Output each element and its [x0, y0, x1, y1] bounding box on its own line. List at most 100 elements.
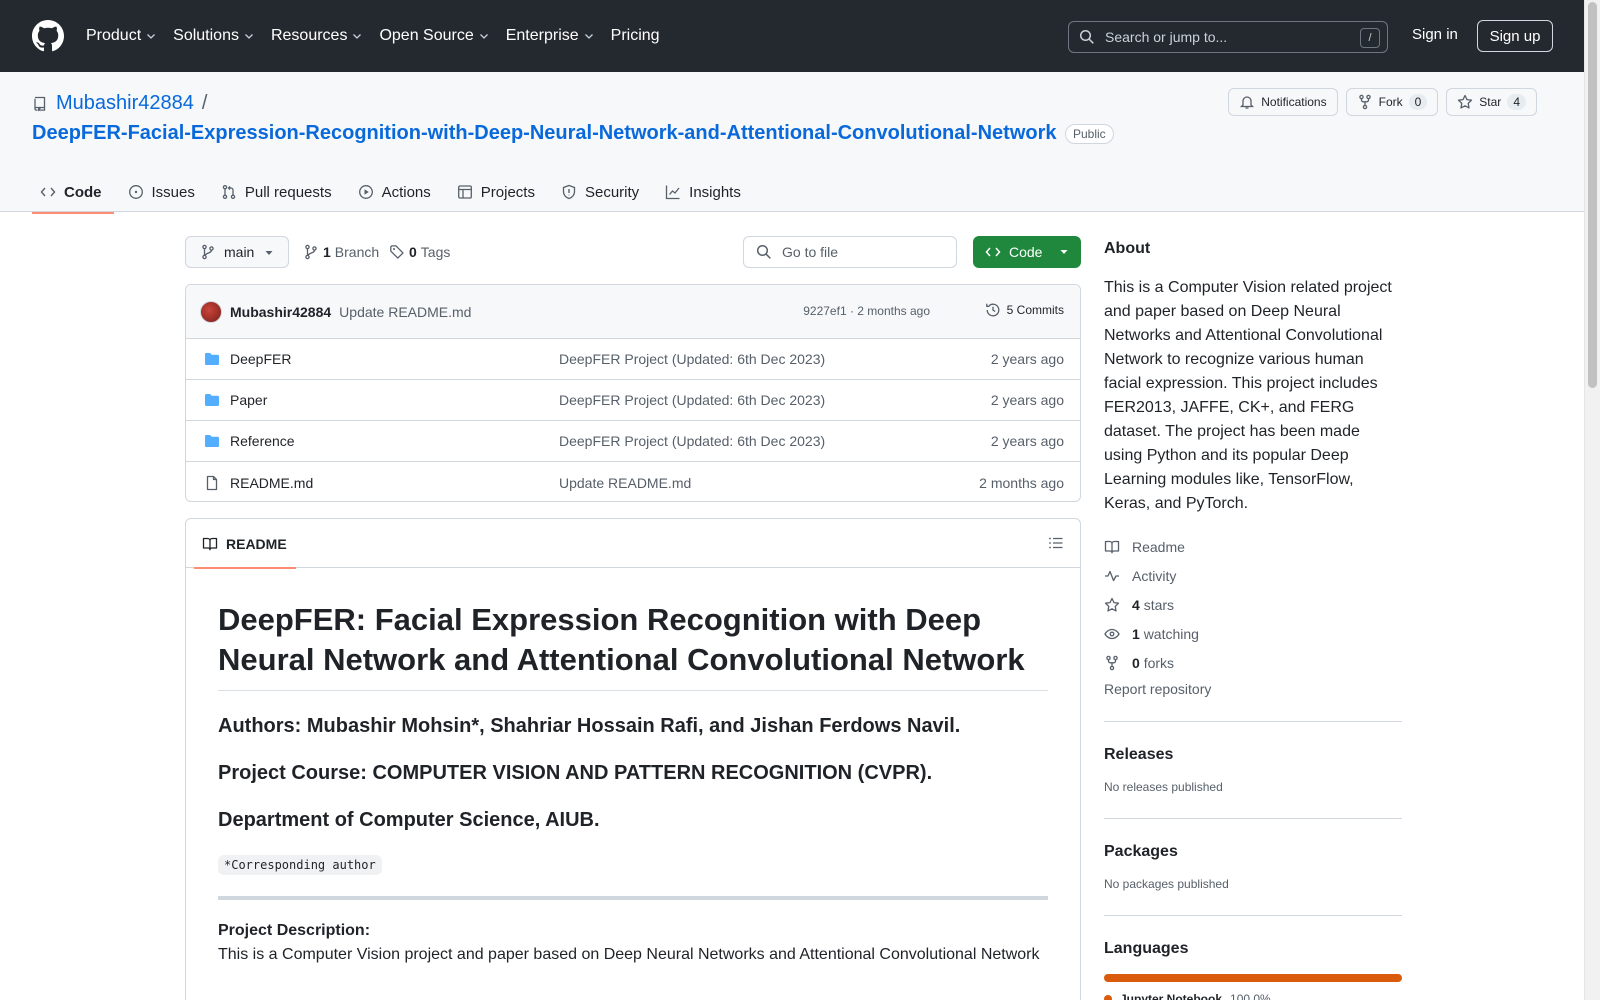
go-to-file-input[interactable]: Go to file	[743, 236, 957, 268]
file-row-paper[interactable]: Paper DeepFER Project (Updated: 6th Dec …	[186, 380, 1080, 421]
tags-link[interactable]: 0 Tags	[389, 244, 450, 260]
nav-open-source-label: Open Source	[379, 27, 474, 44]
nav-product-label: Product	[86, 27, 142, 44]
file-name[interactable]: Paper	[230, 392, 267, 408]
file-row-readme[interactable]: README.md Update README.md 2 months ago	[186, 462, 1080, 501]
search-input[interactable]: Search or jump to... /	[1068, 21, 1388, 53]
tab-actions[interactable]: Actions	[350, 172, 443, 212]
nav-solutions-label: Solutions	[173, 27, 239, 44]
readme-description-text: This is a Computer Vision project and pa…	[218, 946, 1040, 963]
packages-section: Packages No packages published	[1104, 819, 1402, 916]
commits-history-link[interactable]: 5 Commits	[985, 302, 1064, 318]
book-icon	[1104, 540, 1120, 553]
table-icon	[457, 185, 472, 199]
file-commit-date: 2 years ago	[990, 351, 1064, 367]
avatar[interactable]	[200, 300, 222, 323]
git-branch-icon	[305, 244, 317, 260]
star-button[interactable]: Star 4	[1446, 88, 1537, 116]
latest-commit-row: Mubashir42884 Update README.md 9227ef1 ·…	[186, 285, 1080, 339]
readme-course: Project Course: COMPUTER VISION AND PATT…	[218, 762, 933, 784]
nav-pricing-label: Pricing	[610, 27, 660, 44]
nav-open-source[interactable]: Open Source	[379, 27, 489, 45]
tab-projects[interactable]: Projects	[449, 172, 547, 212]
code-button-label: Code	[1009, 244, 1043, 260]
tab-projects-label: Projects	[480, 183, 535, 201]
list-unordered-icon[interactable]	[1048, 535, 1064, 551]
fork-button[interactable]: Fork 0	[1345, 88, 1439, 116]
commit-hash-time[interactable]: 9227ef1 · 2 months ago	[803, 304, 930, 318]
file-commit-message[interactable]: Update README.md	[559, 475, 691, 491]
stars-count: 4	[1132, 596, 1140, 613]
readme-divider	[218, 896, 1048, 900]
tab-pull-requests[interactable]: Pull requests	[213, 172, 344, 212]
language-item[interactable]: Jupyter Notebook 100.0%	[1104, 992, 1402, 1000]
readme-link[interactable]: Readme	[1104, 532, 1402, 561]
file-commit-message[interactable]: DeepFER Project (Updated: 6th Dec 2023)	[559, 433, 825, 449]
top-nav: Product Solutions Resources Open Source …	[86, 27, 676, 45]
git-branch-icon	[202, 244, 214, 260]
file-commit-date: 2 years ago	[990, 392, 1064, 408]
notifications-button[interactable]: Notifications	[1228, 88, 1338, 116]
nav-enterprise[interactable]: Enterprise	[506, 27, 595, 45]
releases-empty-text: No releases published	[1104, 780, 1223, 794]
github-logo-icon[interactable]	[32, 20, 64, 52]
file-commit-date: 2 years ago	[990, 433, 1064, 449]
file-name[interactable]: Reference	[230, 433, 295, 449]
tab-actions-label: Actions	[381, 183, 431, 201]
file-row-reference[interactable]: Reference DeepFER Project (Updated: 6th …	[186, 421, 1080, 462]
folder-icon	[205, 394, 219, 406]
chevron-down-icon	[245, 34, 253, 39]
repo-tabs: Code Issues Pull requests Actions Projec…	[32, 172, 759, 214]
chevron-down-icon	[584, 34, 593, 39]
fork-label: Fork	[1378, 95, 1403, 109]
file-row-deepfer[interactable]: DeepFER DeepFER Project (Updated: 6th De…	[186, 339, 1080, 380]
tab-issues[interactable]: Issues	[120, 172, 207, 212]
languages-section: Languages Jupyter Notebook 100.0%	[1104, 916, 1402, 1000]
nav-resources[interactable]: Resources	[271, 27, 363, 45]
repo-name-link[interactable]: DeepFER-Facial-Expression-Recognition-wi…	[32, 122, 1057, 145]
commit-author-link[interactable]: Mubashir42884	[230, 304, 331, 320]
branches-link[interactable]: 1 Branch	[303, 244, 379, 260]
branch-name: main	[224, 244, 255, 260]
releases-heading[interactable]: Releases	[1104, 746, 1402, 764]
sign-in-link[interactable]: Sign in	[1412, 26, 1458, 43]
tab-code[interactable]: Code	[32, 172, 114, 214]
activity-link[interactable]: Activity	[1104, 561, 1402, 590]
packages-heading[interactable]: Packages	[1104, 843, 1402, 861]
nav-product[interactable]: Product	[86, 27, 157, 45]
file-commit-date: 2 months ago	[979, 474, 1064, 491]
tab-insights[interactable]: Insights	[657, 172, 753, 212]
triangle-down-icon	[265, 251, 273, 255]
code-dropdown-button[interactable]: Code	[973, 236, 1081, 268]
fork-icon	[1106, 655, 1118, 670]
commit-message-link[interactable]: Update README.md	[339, 304, 471, 320]
commits-count-label: 5 Commits	[1006, 303, 1064, 317]
fork-count: 0	[1408, 94, 1428, 110]
file-commit-message[interactable]: DeepFER Project (Updated: 6th Dec 2023)	[559, 392, 825, 408]
branch-selector[interactable]: main	[185, 236, 289, 268]
repo-owner-link[interactable]: Mubashir42884	[56, 92, 194, 115]
file-commit-message[interactable]: DeepFER Project (Updated: 6th Dec 2023)	[559, 351, 825, 367]
forks-label: forks	[1143, 654, 1175, 671]
file-name[interactable]: DeepFER	[230, 351, 291, 367]
forks-link[interactable]: 0 forks	[1104, 648, 1402, 677]
file-name[interactable]: README.md	[230, 475, 313, 491]
visibility-badge: Public	[1065, 124, 1114, 144]
scrollbar-thumb[interactable]	[1588, 2, 1597, 388]
watchers-link[interactable]: 1 watching	[1104, 619, 1402, 648]
nav-pricing[interactable]: Pricing	[611, 27, 660, 45]
branch-count: 1	[323, 244, 331, 260]
readme-tab[interactable]: README	[194, 519, 296, 569]
page-scrollbar[interactable]	[1584, 0, 1600, 1000]
tab-pull-requests-label: Pull requests	[244, 183, 332, 201]
watching-count: 1	[1132, 625, 1140, 642]
stars-label: stars	[1143, 596, 1175, 613]
stars-link[interactable]: 4 stars	[1104, 590, 1402, 619]
nav-enterprise-label: Enterprise	[505, 27, 579, 44]
tab-security[interactable]: Security	[553, 172, 651, 212]
report-repository-link[interactable]: Report repository	[1104, 681, 1402, 722]
sign-up-button[interactable]: Sign up	[1477, 20, 1553, 52]
nav-solutions[interactable]: Solutions	[173, 27, 255, 45]
file-icon	[206, 475, 218, 490]
fork-icon	[1358, 94, 1371, 110]
